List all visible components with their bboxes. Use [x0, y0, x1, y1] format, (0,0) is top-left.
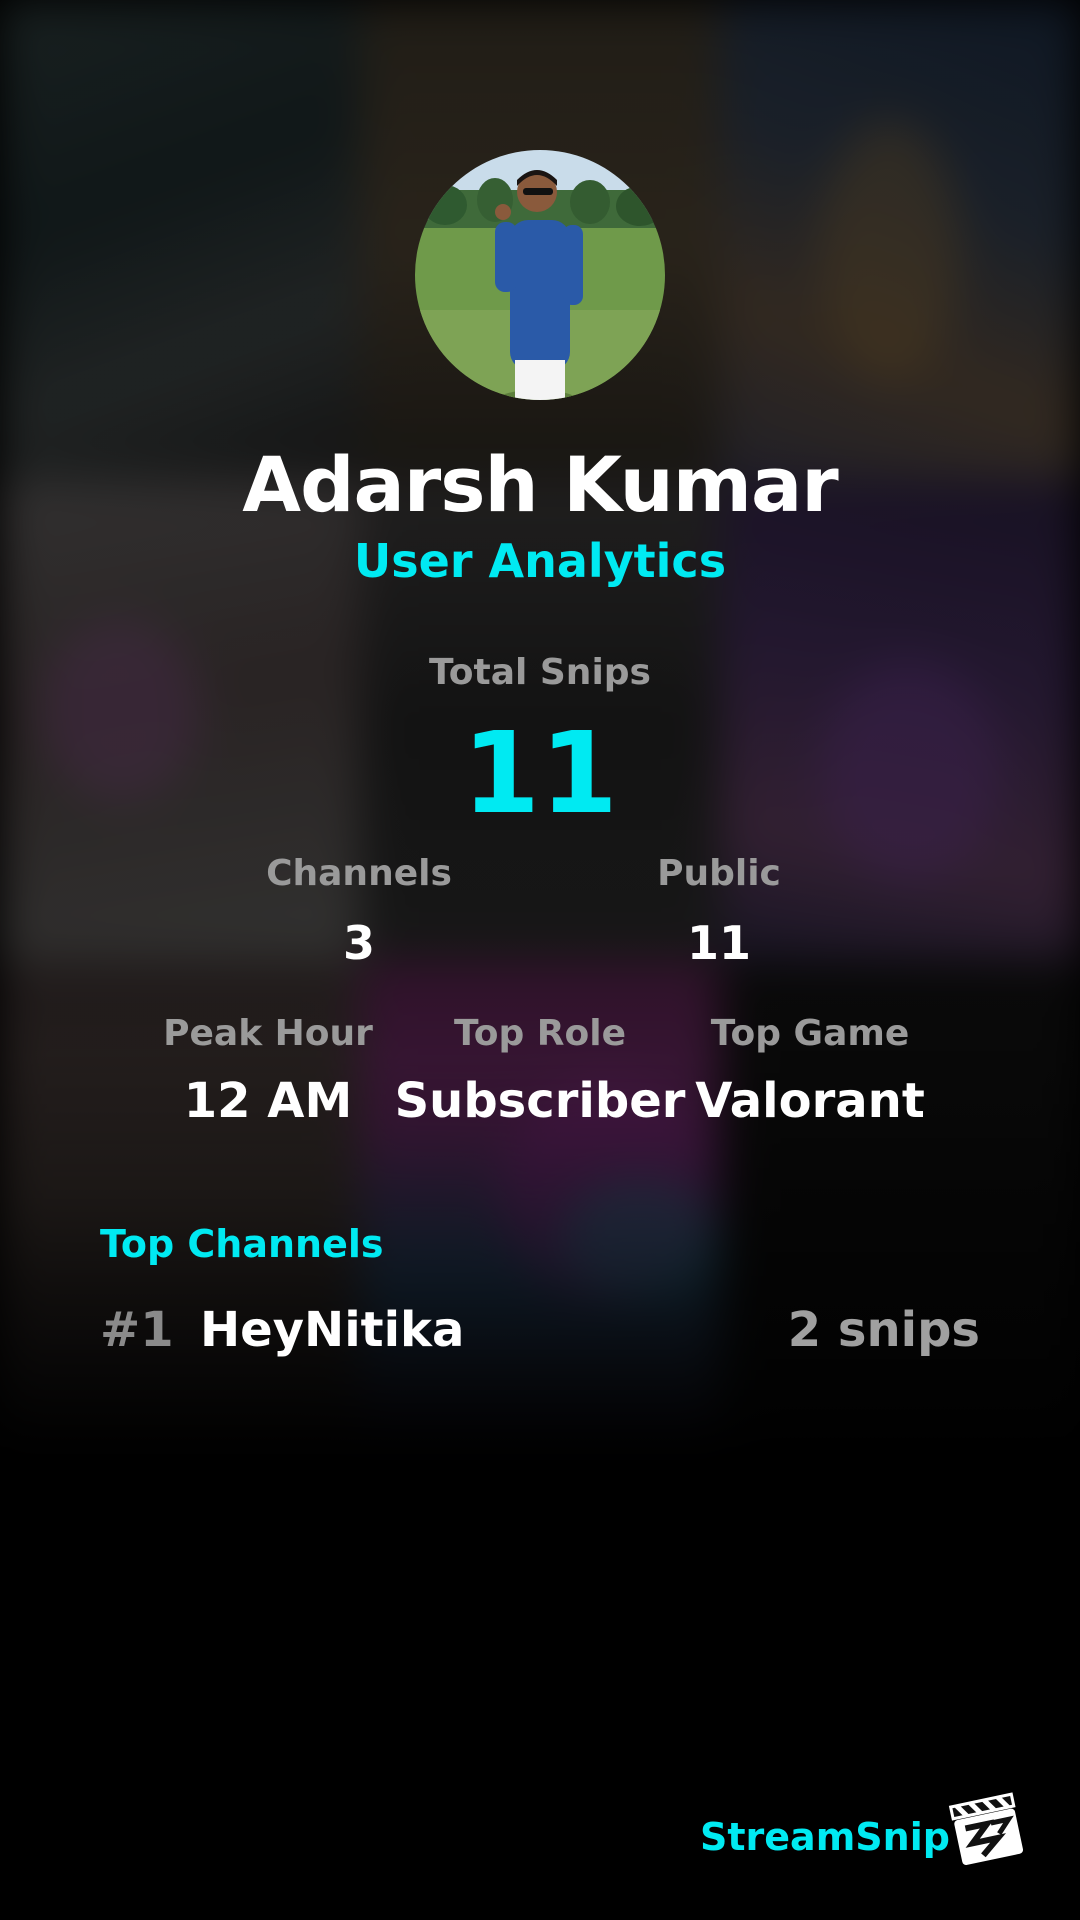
channel-snip-count: 2 snips [787, 1302, 980, 1358]
total-snips-value: 11 [462, 709, 618, 839]
top-role-label: Top Role [453, 1013, 627, 1054]
channel-name: HeyNitika [200, 1302, 465, 1358]
page-subtitle: User Analytics [353, 534, 727, 588]
top-game-value: Valorant [695, 1073, 925, 1129]
clapperboard-icon [948, 1790, 1026, 1868]
public-label: Public [657, 853, 781, 894]
public-value: 11 [686, 916, 751, 970]
brand-name: StreamSnip [700, 1815, 950, 1859]
top-game-label: Top Game [710, 1013, 910, 1054]
top-role-value: Subscriber [394, 1073, 686, 1129]
user-name: Adarsh Kumar [242, 440, 838, 529]
peak-hour-label: Peak Hour [163, 1013, 373, 1054]
channels-value: 3 [342, 916, 375, 970]
avatar [415, 150, 665, 400]
total-snips-label: Total Snips [429, 652, 651, 693]
analytics-card: Adarsh Kumar User Analytics Total Snips … [0, 0, 1080, 1920]
channels-label: Channels [266, 853, 452, 894]
top-channels-heading: Top Channels [100, 1222, 384, 1266]
channel-rank: #1 [100, 1302, 174, 1358]
list-item: #1 HeyNitika 2 snips [100, 1302, 980, 1362]
